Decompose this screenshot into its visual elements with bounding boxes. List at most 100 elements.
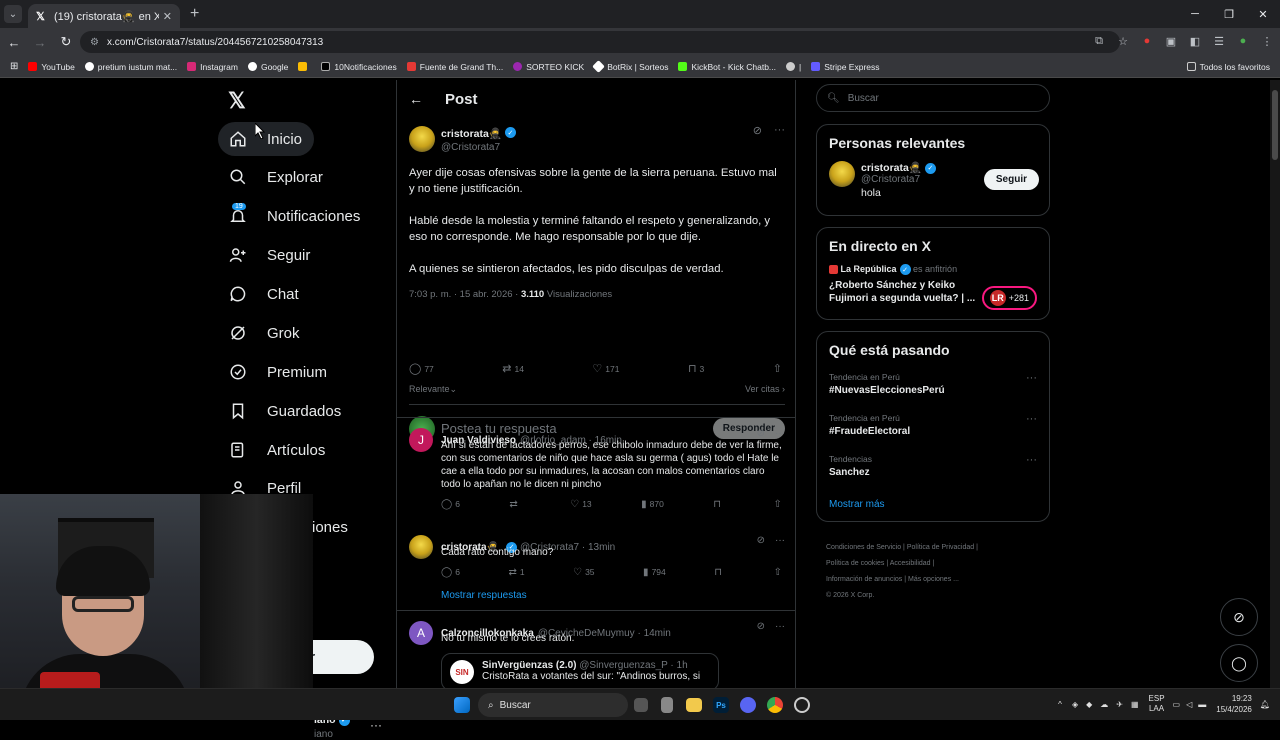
trend-more-icon[interactable]: ··· xyxy=(1026,413,1037,425)
views-stat[interactable]: ▮ 794 xyxy=(643,567,666,578)
site-info-icon[interactable]: ⚙ xyxy=(90,37,99,48)
account-more-icon[interactable]: ··· xyxy=(370,718,382,732)
nav-item-inicio[interactable]: Inicio xyxy=(218,122,315,156)
bookmark-instagram[interactable]: Instagram xyxy=(187,62,238,72)
bookmark-10notificaciones[interactable]: 10Notificaciones xyxy=(321,62,397,72)
trend-item[interactable]: Tendencia en Perú #FraudeElectoral xyxy=(829,413,910,437)
trend-more-icon[interactable]: ··· xyxy=(1026,372,1037,384)
show-more-link[interactable]: Mostrar más xyxy=(829,499,885,510)
clock[interactable]: 19:23 15/4/2026 xyxy=(1216,693,1252,715)
share-button[interactable]: ⇧ xyxy=(774,567,785,578)
tray-app-icon[interactable]: ▦ xyxy=(1131,700,1139,709)
nav-item-guardados[interactable]: Guardados xyxy=(218,394,353,428)
avatar[interactable] xyxy=(829,161,855,187)
chevron-up-icon[interactable]: ^ xyxy=(1058,700,1062,709)
reload-button[interactable]: ↻ xyxy=(54,34,78,50)
close-tab-icon[interactable]: ✕ xyxy=(163,10,172,23)
like-stat[interactable]: ♡ 171 xyxy=(592,362,619,375)
reply-stat[interactable]: ◯ 6 xyxy=(441,567,460,578)
tray-app-icon[interactable]: ☁ xyxy=(1100,700,1108,709)
avatar[interactable]: J xyxy=(409,428,433,452)
back-arrow-icon[interactable]: ← xyxy=(409,91,423,107)
bookmark-botrix[interactable]: BotRix | Sorteos xyxy=(592,60,668,73)
share-button[interactable]: ⇧ xyxy=(774,499,785,510)
nav-item-notificaciones[interactable]: 19 Notificaciones xyxy=(218,199,372,233)
bookmark-fuente-gta[interactable]: Fuente de Grand Th... xyxy=(406,62,503,72)
nav-item-articulos[interactable]: Artículos xyxy=(218,433,337,467)
app-icon[interactable] xyxy=(794,697,810,713)
photoshop-icon[interactable]: Ps xyxy=(713,697,729,713)
back-button[interactable]: ← xyxy=(2,35,26,50)
reply-stat[interactable]: ◯ 6 xyxy=(441,499,460,510)
profile-avatar-icon[interactable]: ● xyxy=(1236,34,1250,48)
more-options-icon[interactable]: ··· xyxy=(774,124,785,137)
view-quotes-link[interactable]: Ver citas › xyxy=(745,384,785,395)
chrome-menu-icon[interactable]: ⋮ xyxy=(1260,34,1274,48)
bookmark-google[interactable]: Google xyxy=(247,62,288,72)
avatar[interactable] xyxy=(409,535,433,559)
bookmark-stat[interactable]: ⊓ 3 xyxy=(688,362,704,375)
bookmark-sorteo-kick[interactable]: SORTEO KICK xyxy=(513,62,584,72)
share-button[interactable]: ⇧ xyxy=(773,362,785,375)
nav-item-more[interactable]: iones xyxy=(312,510,348,544)
repost-stat[interactable]: ⇄ 1 xyxy=(508,567,524,578)
tray-app-icon[interactable]: ✈ xyxy=(1116,700,1123,709)
grok-explain-icon[interactable]: ⊘ xyxy=(757,621,765,632)
trend-item[interactable]: Tendencia en Perú #NuevasEleccionesPerú xyxy=(829,372,945,396)
apps-icon[interactable]: ⊞ xyxy=(10,61,18,72)
sort-replies-dropdown[interactable]: Relevante⌄ xyxy=(409,384,457,395)
grok-explain-icon[interactable]: ⊘ xyxy=(753,124,762,137)
messages-fab-button[interactable]: ◯ xyxy=(1220,644,1258,682)
post-author-name[interactable]: cristorata🥷 xyxy=(441,128,502,140)
bookmark-button[interactable]: ⊓ xyxy=(714,567,725,578)
new-tab-button[interactable]: + xyxy=(190,5,199,23)
forward-button[interactable]: → xyxy=(28,35,52,50)
post-author-handle[interactable]: @Cristorata7 xyxy=(441,142,516,153)
bookmark-whatsapp[interactable]: | xyxy=(786,62,801,72)
file-explorer-icon[interactable] xyxy=(686,698,702,712)
bookmark-folder[interactable] xyxy=(298,62,311,71)
address-bar[interactable]: ⚙ x.com/Cristorata7/status/2044567210258… xyxy=(80,31,1120,53)
like-stat[interactable]: ♡ 13 xyxy=(570,499,591,510)
bookmark-pretium[interactable]: pretium iustum mat... xyxy=(84,62,177,72)
tab-search-button[interactable]: ⌄ xyxy=(4,5,22,23)
tray-app-icon[interactable]: ◆ xyxy=(1086,700,1092,709)
nav-item-chat[interactable]: Chat xyxy=(218,277,311,311)
discord-icon[interactable] xyxy=(740,697,756,713)
network-icon[interactable]: ▭ xyxy=(1173,700,1181,709)
more-options-icon[interactable]: ··· xyxy=(775,428,785,439)
reply-item[interactable]: ⊘ ··· A Calzoncillokonkaka @CevicheDeMuym… xyxy=(397,610,795,688)
chrome-icon[interactable] xyxy=(767,697,783,713)
taskbar-search[interactable]: ⌕ Buscar xyxy=(478,693,628,717)
notification-bell-icon[interactable]: 🔔︎ xyxy=(1260,700,1270,709)
minimize-window-button[interactable]: ─ xyxy=(1178,0,1212,28)
all-bookmarks-folder[interactable]: Todos los favoritos xyxy=(1186,62,1270,72)
more-options-icon[interactable]: ··· xyxy=(775,621,785,632)
install-app-icon[interactable]: ⧉ xyxy=(1092,34,1106,48)
extensions-puzzle-icon[interactable]: ◧ xyxy=(1188,34,1202,48)
windows-start-icon[interactable] xyxy=(454,697,470,713)
bookmark-button[interactable]: ⊓ xyxy=(713,499,724,510)
grok-explain-icon[interactable]: ⊘ xyxy=(757,535,765,546)
battery-icon[interactable]: ▬ xyxy=(1198,700,1206,709)
show-replies-link[interactable]: Mostrar respuestas xyxy=(441,590,785,601)
app-icon[interactable] xyxy=(661,697,673,713)
task-view-icon[interactable] xyxy=(634,698,648,712)
maximize-window-button[interactable]: ❐ xyxy=(1212,0,1246,28)
extension-icon[interactable]: ▣ xyxy=(1164,34,1178,48)
bookmark-youtube[interactable]: YouTube xyxy=(28,62,75,72)
quoted-post[interactable]: SIN SinVergüenzas (2.0) @Sinverguenzas_P… xyxy=(441,653,719,688)
reply-item[interactable]: ⊘ ··· J Juan Valdivieso @rlofrio_adam · 1… xyxy=(397,417,795,534)
close-window-button[interactable]: ✕ xyxy=(1246,0,1280,28)
bookmark-star-icon[interactable]: ☆ xyxy=(1116,34,1130,48)
trend-item[interactable]: Tendencias Sanchez xyxy=(829,454,872,478)
scrollbar-thumb[interactable] xyxy=(1272,90,1278,160)
bookmark-stripe[interactable]: Stripe Express xyxy=(811,62,880,72)
grok-fab-button[interactable]: ⊘ xyxy=(1220,598,1258,636)
search-input[interactable]: 🔍︎ Buscar xyxy=(816,84,1050,112)
extension-red-icon[interactable]: ● xyxy=(1140,34,1154,48)
nav-item-grok[interactable]: Grok xyxy=(218,316,312,350)
avatar[interactable]: A xyxy=(409,621,433,645)
volume-icon[interactable]: ◁ xyxy=(1186,700,1192,709)
avatar[interactable] xyxy=(409,125,435,152)
